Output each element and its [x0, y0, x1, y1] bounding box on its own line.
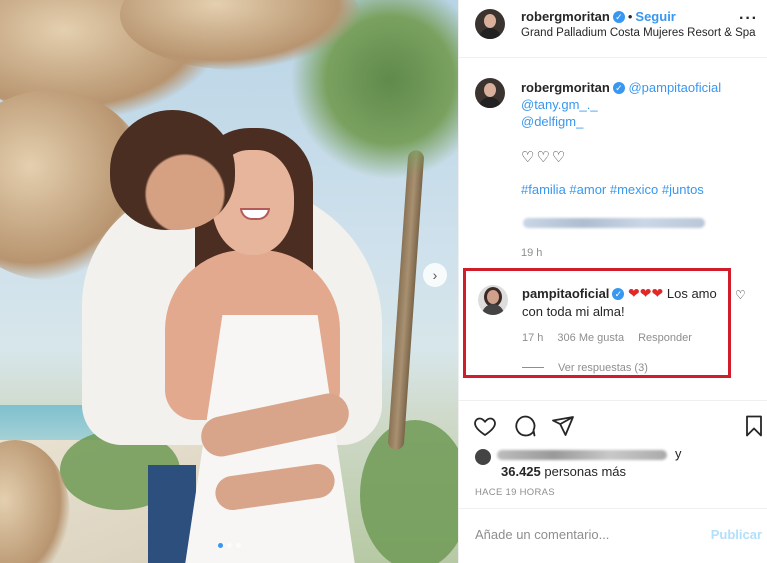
- verified-icon: ✓: [612, 82, 625, 94]
- highlighted-comment: pampitaoficial ✓ ❤❤❤ Los amo con toda mi …: [463, 268, 731, 378]
- likes-summary: y 36.425 personas más: [473, 445, 763, 479]
- reply-button[interactable]: Responder: [638, 332, 692, 344]
- likes-number: 36.425: [501, 464, 541, 479]
- caption-author[interactable]: robergmoritan: [521, 80, 610, 95]
- mention-link[interactable]: @delfigm_: [521, 114, 583, 129]
- post-details-panel: robergmoritan ✓ • Seguir Grand Palladium Co…: [458, 0, 767, 563]
- avatar[interactable]: [475, 78, 505, 108]
- comment-time: 17 h: [522, 332, 544, 344]
- header-line: robergmoritan ✓ • Seguir: [521, 9, 676, 24]
- next-photo-button[interactable]: ›: [423, 263, 447, 287]
- author-username[interactable]: robergmoritan: [521, 9, 610, 24]
- red-hearts: ❤❤❤: [628, 285, 664, 301]
- comment-text: pampitaoficial ✓ ❤❤❤ Los amo con toda mi …: [522, 284, 722, 321]
- likes-count[interactable]: 36.425 personas más: [501, 464, 626, 479]
- view-replies-button[interactable]: Ver respuestas (3): [522, 362, 648, 374]
- carousel-dots: [218, 543, 241, 548]
- caption-text: robergmoritan ✓ @pampitaoficial @tany.gm_…: [521, 79, 751, 130]
- bush: [360, 420, 458, 563]
- separator: •: [627, 9, 633, 24]
- carousel-dot: [227, 543, 232, 548]
- liker-avatar: [473, 447, 493, 467]
- heart-icon[interactable]: [473, 414, 497, 438]
- publish-button[interactable]: Publicar: [711, 527, 762, 542]
- verified-icon: ✓: [612, 11, 625, 23]
- man-head: [110, 110, 235, 230]
- likes-suffix: personas más: [540, 464, 627, 479]
- comment-icon[interactable]: [513, 414, 537, 438]
- avatar[interactable]: [475, 9, 505, 39]
- carousel-dot: [218, 543, 223, 548]
- comment-author[interactable]: pampitaoficial: [522, 286, 609, 301]
- comment-input[interactable]: [475, 527, 695, 542]
- mention-link[interactable]: @pampitaoficial: [628, 80, 721, 95]
- post-timestamp: HACE 19 HORAS: [475, 487, 555, 498]
- post-header: robergmoritan ✓ • Seguir Grand Palladium Co…: [459, 0, 767, 58]
- blurred-likers: [497, 450, 667, 460]
- add-comment-bar: Publicar: [459, 508, 767, 563]
- bookmark-icon[interactable]: [742, 414, 766, 438]
- location-link[interactable]: Grand Palladium Costa Mujeres Resort & S…: [521, 27, 756, 39]
- carousel-dot: [236, 543, 241, 548]
- caption-hearts: ♡♡♡: [521, 149, 568, 166]
- share-icon[interactable]: [551, 414, 575, 438]
- likes-conjunction: y: [675, 446, 682, 461]
- ellipsis-icon[interactable]: ···: [739, 10, 758, 28]
- comment-meta: 17 h 306 Me gusta Responder: [522, 332, 706, 344]
- follow-button[interactable]: Seguir: [635, 9, 675, 24]
- verified-icon: ✓: [612, 288, 625, 300]
- hashtags[interactable]: #familia #amor #mexico #juntos: [521, 182, 704, 197]
- blurred-text: [523, 218, 705, 228]
- post-photo[interactable]: ›: [0, 0, 458, 563]
- avatar[interactable]: [478, 285, 508, 315]
- comment-like-icon[interactable]: ♡: [735, 288, 746, 302]
- mention-link[interactable]: @tany.gm_._: [521, 97, 598, 112]
- comment-likes[interactable]: 306 Me gusta: [557, 332, 624, 344]
- caption-time: 19 h: [521, 247, 543, 259]
- action-bar: [459, 400, 767, 450]
- tree-trunk: [387, 149, 425, 451]
